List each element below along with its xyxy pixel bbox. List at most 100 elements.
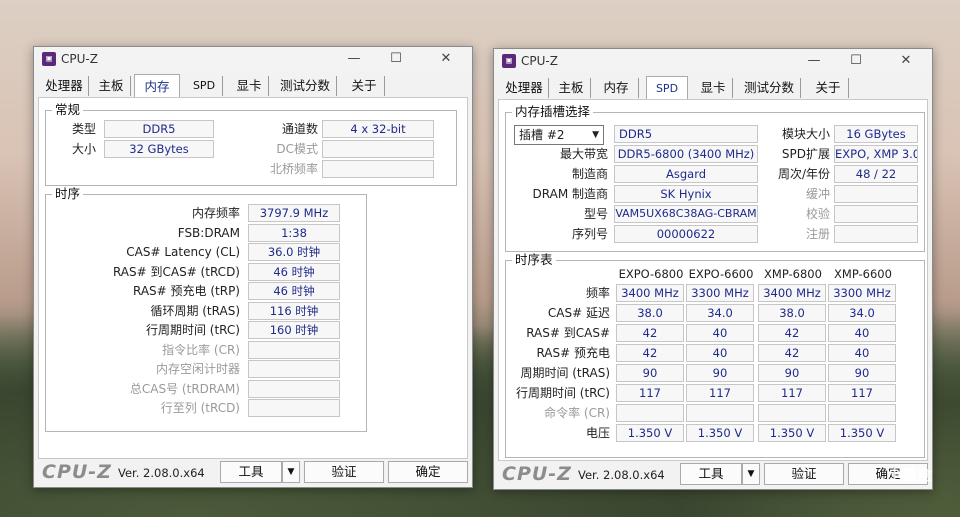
spd-ext-label: SPD扩展	[781, 147, 830, 161]
timing-value	[248, 360, 340, 378]
manufacturer-label: 制造商	[571, 167, 608, 181]
maximize-icon[interactable]: ☐	[376, 48, 416, 70]
timing-cell: 40	[686, 344, 754, 362]
registered-value	[834, 225, 918, 243]
column-header: XMP-6800	[764, 267, 822, 281]
timing-row-label: 电压	[585, 426, 610, 440]
timing-cell: 34.0	[828, 304, 896, 322]
max-bandwidth-label: 最大带宽	[559, 147, 608, 161]
size-label: 大小	[71, 142, 96, 156]
slot-select[interactable]: 插槽 #2 ▼	[514, 125, 604, 145]
timing-cell: 90	[616, 364, 684, 382]
tab-about[interactable]: 关于	[808, 78, 849, 98]
tab-about[interactable]: 关于	[344, 76, 385, 96]
close-icon[interactable]: ✕	[886, 50, 926, 72]
timing-row-label: RAS# 预充电	[536, 346, 610, 360]
tab-graphics[interactable]: 显卡	[230, 76, 269, 96]
slot-group: 内存插槽选择 插槽 #2 ▼ DDR5 模块大小 16 GBytes 最大带宽 …	[505, 105, 925, 252]
timing-cell: 90	[758, 364, 826, 382]
minimize-icon[interactable]: —	[334, 48, 374, 70]
dc-mode-label: DC模式	[276, 142, 318, 156]
tab-bench[interactable]: 测试分数	[274, 76, 337, 96]
timing-value: 46 时钟	[248, 262, 340, 281]
timing-cell	[686, 404, 754, 422]
tools-button[interactable]: 工具	[680, 463, 742, 485]
close-icon[interactable]: ✕	[426, 48, 466, 70]
timing-cell: 90	[828, 364, 896, 382]
channels-label: 通道数	[281, 122, 318, 136]
timing-cell: 90	[686, 364, 754, 382]
validate-button[interactable]: 验证	[764, 463, 844, 485]
timing-value: 160 时钟	[248, 321, 340, 339]
size-value: 32 GBytes	[104, 140, 214, 158]
buffered-value	[834, 185, 918, 203]
dram-mfr-value: SK Hynix	[614, 185, 758, 203]
tab-graphics[interactable]: 显卡	[694, 78, 733, 98]
tab-bench[interactable]: 测试分数	[738, 78, 801, 98]
tab-processor[interactable]: 处理器	[40, 76, 89, 96]
serial-label: 序列号	[571, 227, 608, 241]
cpuz-window-memory: ▣ CPU-Z — ☐ ✕ 处理器 主板 内存 SPD 显卡 测试分数 关于 常…	[33, 46, 473, 488]
column-header: XMP-6600	[834, 267, 892, 281]
tab-processor[interactable]: 处理器	[500, 78, 549, 98]
timing-label: 内存频率	[191, 206, 240, 220]
timing-row-label: 周期时间 (tRAS)	[520, 366, 610, 380]
timing-row-label: RAS# 到CAS#	[526, 326, 610, 340]
tools-dropdown-icon[interactable]: ▼	[742, 463, 760, 485]
timing-label: FSB:DRAM	[177, 225, 240, 240]
timing-label: 循环周期 (tRAS)	[150, 303, 240, 318]
spd-panel: 内存插槽选择 插槽 #2 ▼ DDR5 模块大小 16 GBytes 最大带宽 …	[498, 99, 928, 461]
general-group: 常规 类型 DDR5 大小 32 GBytes 通道数 4 x 32-bit D…	[45, 103, 457, 186]
serial-value: 00000622	[614, 225, 758, 243]
timing-value: 3797.9 MHz	[248, 204, 340, 222]
timing-row-label: 行周期时间 (tRC)	[515, 386, 610, 400]
nb-freq-value	[322, 160, 434, 178]
column-header: EXPO-6800	[618, 267, 684, 281]
ok-button[interactable]: 确定	[388, 461, 468, 483]
tab-spd[interactable]: SPD	[646, 76, 688, 100]
version-text: Ver. 2.08.0.x64	[578, 468, 665, 482]
part-number-value: VAM5UX68C38AG-CBRAM	[614, 205, 758, 223]
buffered-label: 缓冲	[805, 187, 830, 201]
footer-bar: CPU-Z Ver. 2.08.0.x64 工具 ▼ 验证 确定	[494, 459, 932, 489]
week-year-label: 周次/年份	[777, 167, 830, 181]
tab-mainboard[interactable]: 主板	[92, 76, 131, 96]
timing-value: 46 时钟	[248, 282, 340, 300]
validate-button[interactable]: 验证	[304, 461, 384, 483]
watermark: 小黑盒	[886, 466, 932, 484]
timing-cell: 38.0	[758, 304, 826, 322]
timing-value	[248, 340, 340, 359]
nb-freq-label: 北桥频率	[269, 162, 318, 176]
cpuz-app-icon: ▣	[502, 54, 516, 68]
minimize-icon[interactable]: —	[794, 50, 834, 72]
timing-cell: 1.350 V	[686, 424, 754, 442]
cpuz-logo: CPU-Z	[42, 461, 112, 483]
timing-label: RAS# 到CAS# (tRCD)	[112, 264, 240, 279]
timing-cell: 42	[758, 324, 826, 342]
tab-spd[interactable]: SPD	[186, 76, 223, 96]
title-bar[interactable]: ▣ CPU-Z — ☐ ✕	[494, 49, 932, 73]
tools-dropdown-icon[interactable]: ▼	[282, 461, 300, 483]
timing-cell: 1.350 V	[616, 424, 684, 442]
type-value: DDR5	[104, 120, 214, 138]
timing-cell: 117	[758, 384, 826, 402]
timing-cell: 34.0	[686, 304, 754, 322]
timing-cell: 3300 MHz	[828, 284, 896, 302]
maximize-icon[interactable]: ☐	[836, 50, 876, 72]
general-group-title: 常规	[52, 103, 84, 117]
tab-memory[interactable]: 内存	[594, 78, 639, 98]
timing-cell: 40	[686, 324, 754, 342]
tab-mainboard[interactable]: 主板	[552, 78, 591, 98]
timing-cell: 3300 MHz	[686, 284, 754, 302]
timing-cell: 1.350 V	[758, 424, 826, 442]
timing-group-title: 时序	[52, 187, 84, 201]
footer-bar: CPU-Z Ver. 2.08.0.x64 工具 ▼ 验证 确定	[34, 457, 472, 487]
cpuz-app-icon: ▣	[42, 52, 56, 66]
tools-button[interactable]: 工具	[220, 461, 282, 483]
timing-value: 36.0 时钟	[248, 243, 340, 261]
window-title: CPU-Z	[61, 52, 98, 66]
title-bar[interactable]: ▣ CPU-Z — ☐ ✕	[34, 47, 472, 71]
tab-memory[interactable]: 内存	[134, 74, 180, 98]
timing-value: 116 时钟	[248, 301, 340, 320]
dc-mode-value	[322, 140, 434, 158]
